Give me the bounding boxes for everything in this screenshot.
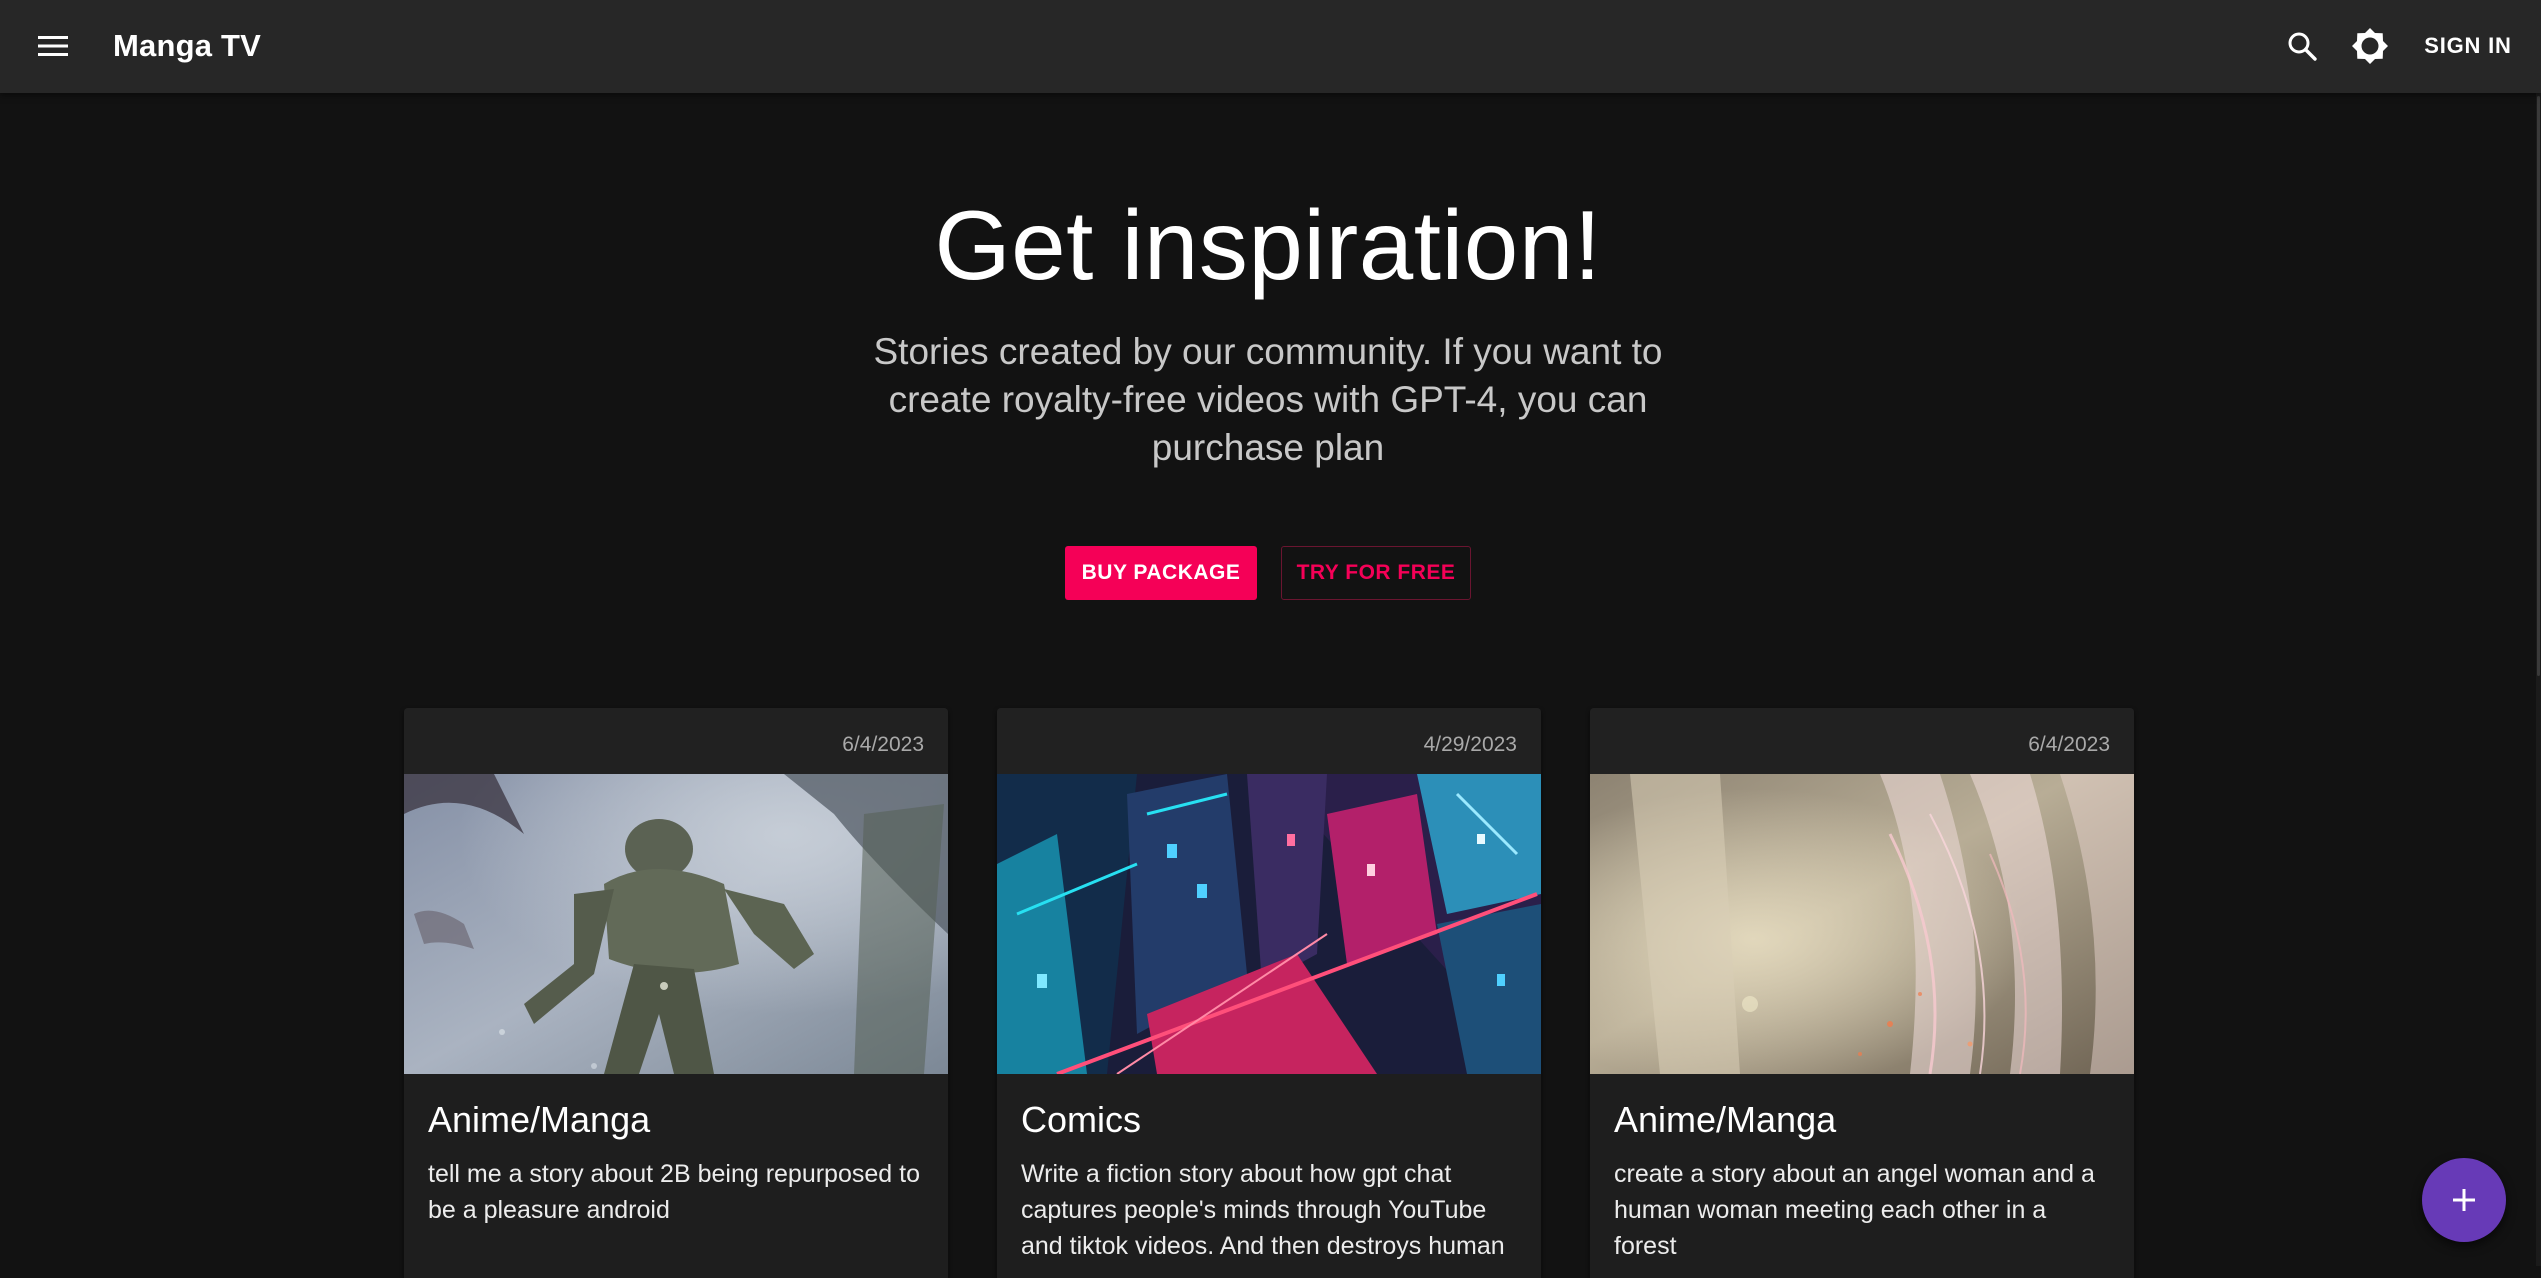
card-image[interactable] bbox=[1590, 774, 2134, 1074]
search-icon bbox=[2288, 32, 2317, 61]
card-text: tell me a story about 2B being repurpose… bbox=[428, 1160, 920, 1224]
card-title: Anime/Manga bbox=[428, 1099, 651, 1140]
sign-in-button[interactable]: SIGN IN bbox=[2404, 24, 2532, 68]
story-card[interactable]: 4/29/2023 Comics Write a fiction story a… bbox=[997, 708, 1541, 1278]
hero-subtitle: Stories created by our community. If you… bbox=[873, 331, 1663, 468]
card-title: Anime/Manga bbox=[1614, 1099, 1837, 1140]
card-image[interactable] bbox=[997, 774, 1541, 1074]
story-card[interactable]: 6/4/2023 bbox=[404, 708, 948, 1278]
brightness-icon bbox=[2352, 28, 2388, 64]
card-image[interactable] bbox=[404, 774, 948, 1074]
add-story-fab[interactable] bbox=[2422, 1158, 2506, 1242]
menu-button[interactable] bbox=[27, 22, 79, 70]
card-date: 6/4/2023 bbox=[2028, 733, 2110, 756]
card-date: 4/29/2023 bbox=[1423, 733, 1517, 756]
try-for-free-button[interactable]: TRY FOR FREE bbox=[1281, 546, 1471, 600]
app-title[interactable]: Manga TV bbox=[113, 25, 261, 67]
scrollbar-thumb[interactable] bbox=[2537, 96, 2540, 676]
search-button[interactable] bbox=[2278, 22, 2326, 70]
app-bar: Manga TV SIGN IN bbox=[0, 0, 2541, 93]
card-text: create a story about an angel woman and … bbox=[1614, 1160, 2095, 1260]
theme-toggle-button[interactable] bbox=[2344, 20, 2396, 72]
card-title: Comics bbox=[1021, 1099, 1142, 1140]
story-card[interactable]: 6/4/2023 bbox=[1590, 708, 2134, 1278]
card-text: Write a fiction story about how gpt chat… bbox=[1021, 1160, 1505, 1260]
buy-package-button[interactable]: BUY PACKAGE bbox=[1065, 546, 1257, 600]
add-icon bbox=[2453, 1189, 2475, 1211]
card-header: 4/29/2023 bbox=[997, 708, 1541, 774]
card-date: 6/4/2023 bbox=[842, 733, 924, 756]
hero-title: Get inspiration! bbox=[934, 190, 1602, 300]
card-header: 6/4/2023 bbox=[1590, 708, 2134, 774]
card-header: 6/4/2023 bbox=[404, 708, 948, 774]
menu-icon bbox=[38, 36, 68, 56]
